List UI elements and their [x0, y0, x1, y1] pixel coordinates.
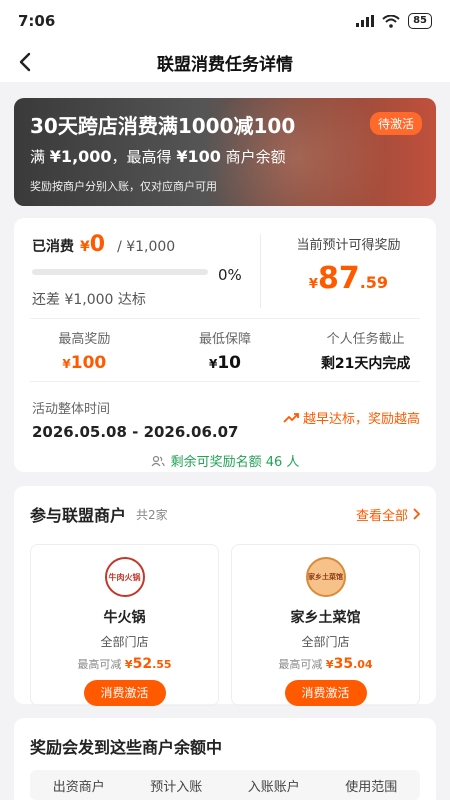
reward-card: 奖励会发到这些商户余额中 出资商户 预计入账 入账账户 使用范围: [14, 718, 436, 800]
trend-up-icon: [283, 412, 299, 423]
status-bar: 7:06 85: [0, 0, 450, 42]
remaining-quota-text: 剩余可奖励名额 46 人: [170, 455, 300, 470]
stat-label: 最低保障: [199, 331, 252, 347]
banner-subtitle: 满 ¥1,000，最高得 ¥100 商户余额: [30, 146, 286, 167]
merchant-max: 最高可减 ¥52.55: [31, 656, 218, 672]
chevron-right-icon: [413, 508, 420, 520]
progress-card: 已消费 ¥0 / ¥1,000 0% 还差 ¥1,000 达标 当前预计可得奖励…: [14, 218, 436, 472]
table-header: 出资商户 预计入账 入账账户 使用范围: [30, 770, 420, 800]
merchants-header: 参与联盟商户 共2家 查看全部: [30, 502, 420, 526]
merchant-amount-int: 35: [333, 656, 354, 672]
merchant-max-label: 最高可减: [278, 658, 323, 671]
merchant-scope: 全部门店: [100, 635, 149, 649]
nav-bar: 联盟消费任务详情: [0, 42, 450, 82]
expected-int: 87: [317, 261, 360, 296]
activate-button[interactable]: 消费激活: [83, 680, 166, 706]
stat-amount: 10: [217, 352, 242, 373]
back-icon[interactable]: [14, 50, 38, 74]
merchant-amount-int: 52: [132, 656, 153, 672]
stat-value: ¥100: [14, 353, 155, 373]
activate-button[interactable]: 消费激活: [284, 680, 367, 706]
merchant-max-amount: ¥35.04: [325, 656, 373, 672]
stats-row: 最高奖励 ¥100 最低保障 ¥10 个人任务截止 剩21天内完成: [14, 319, 436, 381]
stat-label: 个人任务截止: [326, 331, 405, 347]
merchant-max-label: 最高可减: [77, 658, 122, 671]
gap-text: 还差 ¥1,000 达标: [32, 292, 146, 308]
expected-reward-label: 当前预计可得奖励: [296, 238, 401, 253]
period-section: 活动整体时间 2026.05.08 - 2026.06.07 越早达标，奖励越高…: [14, 382, 436, 472]
users-icon: [151, 455, 165, 466]
merchant-name: 牛火锅: [103, 610, 146, 626]
merchant-grid: 牛肉火锅 牛火锅 全部门店 最高可减 ¥52.55 消费激活 家乡土菜馆 家乡土…: [30, 544, 420, 706]
merchants-count: 共2家: [136, 507, 168, 522]
stat-min-guarantee: 最低保障 ¥10: [155, 328, 296, 373]
banner-sub-amount2: ¥100: [176, 147, 221, 166]
stat-value: 剩21天内完成: [320, 355, 411, 372]
remaining-quota: 剩余可奖励名额 46 人: [32, 451, 418, 470]
stat-deadline: 个人任务截止 剩21天内完成: [295, 328, 436, 373]
expected-reward: 当前预计可得奖励 ¥87.59: [260, 234, 436, 308]
status-time: 7:06: [18, 12, 56, 30]
signal-icon: [356, 15, 375, 27]
battery-icon: 85: [408, 13, 432, 29]
merchant-logo-text: 家乡土菜馆: [308, 573, 343, 581]
status-badge: 待激活: [369, 112, 422, 135]
view-all-link[interactable]: 查看全部: [356, 505, 420, 524]
column-header: 预计入账: [150, 779, 203, 795]
merchant-card[interactable]: 家乡土菜馆 家乡土菜馆 全部门店 最高可减 ¥35.04 消费激活: [231, 544, 420, 706]
stat-label: 最高奖励: [58, 331, 111, 347]
banner-sub-prefix: 满: [30, 148, 46, 166]
banner-title: 30天跨店消费满1000减100: [30, 114, 296, 138]
merchant-currency: ¥: [325, 658, 334, 671]
column-header: 入账账户: [247, 779, 300, 795]
column-header: 出资商户: [52, 779, 105, 795]
spent-value: ¥0: [80, 232, 105, 257]
progress-row: 已消费 ¥0 / ¥1,000 0% 还差 ¥1,000 达标 当前预计可得奖励…: [14, 218, 436, 318]
early-hint: 越早达标，奖励越高: [283, 408, 420, 427]
merchant-logo-text: 牛肉火锅: [108, 572, 141, 582]
stat-amount: 100: [70, 352, 107, 373]
wifi-icon: [382, 14, 400, 28]
spent-currency: ¥: [80, 239, 90, 255]
spent-amount: 0: [89, 232, 106, 257]
promo-banner: 30天跨店消费满1000减100 满 ¥1,000，最高得 ¥100 商户余额 …: [14, 98, 436, 206]
banner-sub-amount1: ¥1,000: [49, 147, 112, 166]
expected-reward-value: ¥87.59: [261, 261, 436, 296]
page-content: 30天跨店消费满1000减100 满 ¥1,000，最高得 ¥100 商户余额 …: [0, 82, 450, 800]
merchant-amount-dec: .55: [152, 658, 172, 671]
merchant-max-amount: ¥52.55: [124, 656, 172, 672]
column-header: 使用范围: [345, 779, 398, 795]
merchant-max: 最高可减 ¥35.04: [232, 656, 419, 672]
spent-total: / ¥1,000: [117, 239, 176, 255]
restaurant-logo-icon: 家乡土菜馆: [305, 557, 346, 597]
merchant-card[interactable]: 牛肉火锅 牛火锅 全部门店 最高可减 ¥52.55 消费激活: [30, 544, 219, 706]
merchant-currency: ¥: [124, 658, 133, 671]
early-hint-text: 越早达标，奖励越高: [302, 412, 420, 427]
banner-note: 奖励按商户分别入账，仅对应商户可用: [30, 180, 217, 193]
merchant-amount-dec: .04: [353, 658, 373, 671]
spent-label: 已消费: [32, 239, 74, 255]
view-all-label: 查看全部: [355, 508, 408, 524]
progress-bar: [32, 269, 208, 275]
stat-max-reward: 最高奖励 ¥100: [14, 328, 155, 373]
spent-section: 已消费 ¥0 / ¥1,000 0% 还差 ¥1,000 达标: [14, 218, 260, 318]
progress-percent: 0%: [218, 266, 242, 284]
banner-sub-mid: ，最高得: [111, 148, 172, 166]
spent-line: 已消费 ¥0 / ¥1,000: [32, 232, 260, 257]
merchants-title: 参与联盟商户: [30, 506, 127, 525]
banner-sub-suffix: 商户余额: [225, 148, 286, 166]
reward-title: 奖励会发到这些商户余额中: [30, 738, 223, 757]
page-title: 联盟消费任务详情: [157, 54, 293, 75]
expected-currency: ¥: [308, 277, 318, 292]
hotpot-logo-icon: 牛肉火锅: [104, 557, 145, 597]
expected-dec: .59: [359, 273, 389, 292]
status-icons: 85: [356, 13, 432, 29]
merchants-card: 参与联盟商户 共2家 查看全部 牛肉火锅 牛火锅 全部门店 最高可减 ¥52.5…: [14, 486, 436, 706]
stat-currency: ¥: [62, 356, 71, 371]
stat-value: ¥10: [155, 353, 296, 373]
merchant-name: 家乡土菜馆: [290, 610, 361, 626]
merchant-scope: 全部门店: [301, 635, 350, 649]
